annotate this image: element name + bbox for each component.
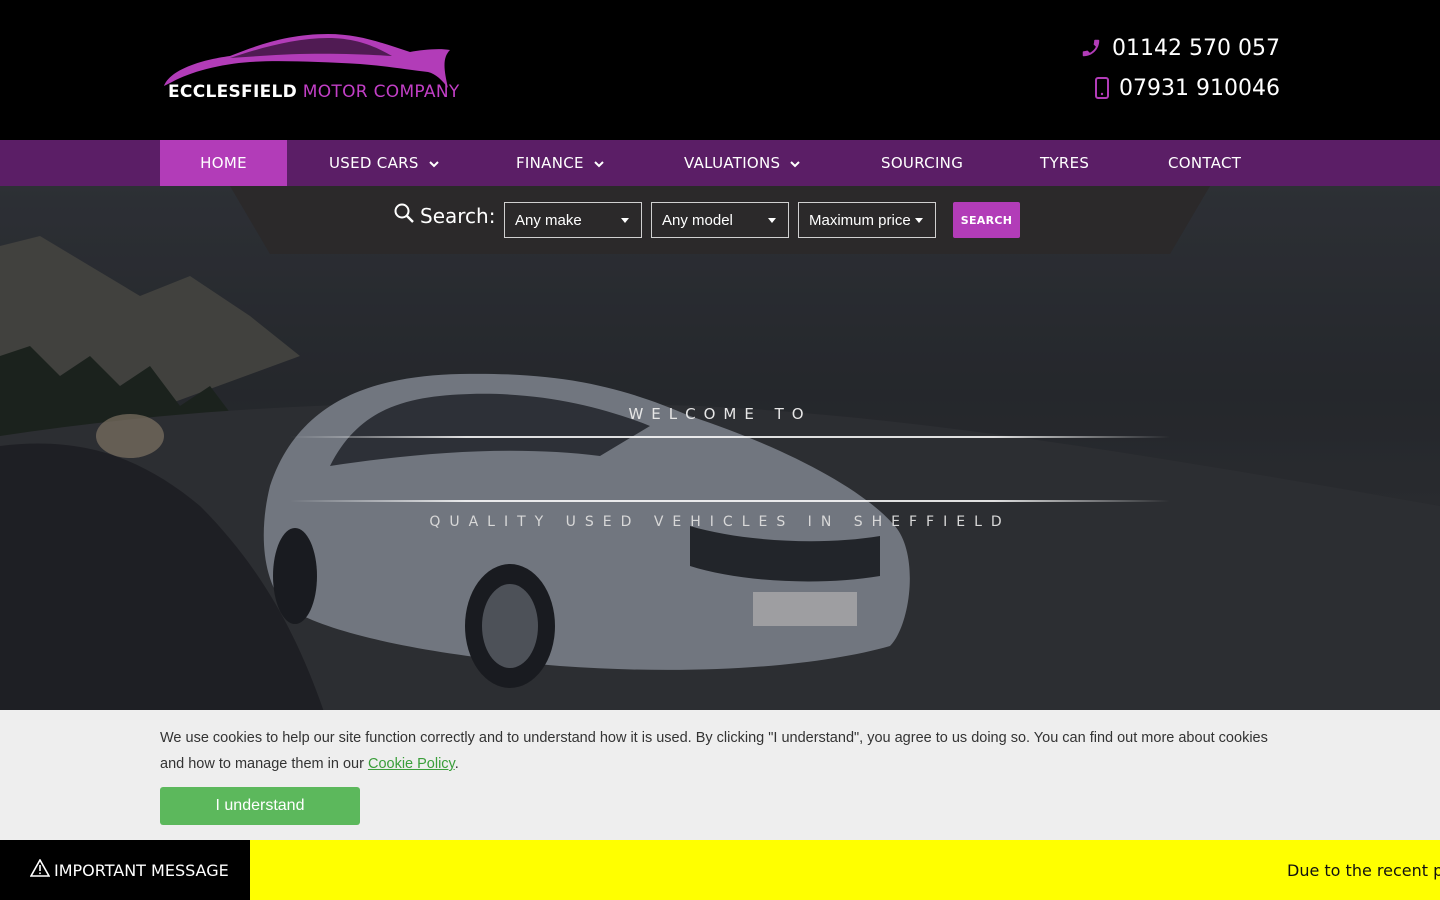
nav-valuations[interactable]: VALUATIONS <box>642 140 839 186</box>
important-label: IMPORTANT MESSAGE <box>0 840 250 900</box>
welcome-heading: WELCOME TO <box>628 405 812 423</box>
search-button[interactable]: SEARCH <box>953 202 1020 238</box>
nav-label: FINANCE <box>516 154 584 172</box>
landline-number[interactable]: 01142 570 057 <box>1112 36 1280 61</box>
cookie-accept-button[interactable]: I understand <box>160 787 360 825</box>
mobile-phone-icon <box>1095 77 1110 99</box>
model-select-value: Any model <box>662 211 733 229</box>
make-select[interactable]: Any make <box>504 202 642 238</box>
logo-text: ECCLESFIELD MOTOR COMPANY <box>168 82 460 102</box>
nav-sourcing[interactable]: SOURCING <box>839 140 998 186</box>
search-bar: Search: Any make Any model Maximum price… <box>230 186 1210 254</box>
mobile-number[interactable]: 07931 910046 <box>1119 76 1280 101</box>
site-header: ECCLESFIELD MOTOR COMPANY 01142 570 057 … <box>0 0 1440 140</box>
nav-used-cars[interactable]: USED CARS <box>287 140 474 186</box>
nav-label: SOURCING <box>881 154 964 172</box>
important-label-text: IMPORTANT MESSAGE <box>54 860 229 880</box>
hero-tagline: QUALITY USED VEHICLES IN SHEFFIELD <box>429 514 1011 530</box>
logo-name-light: MOTOR COMPANY <box>302 82 460 102</box>
divider-top <box>290 436 1170 438</box>
nav-label: CONTACT <box>1168 154 1242 172</box>
cookie-text: We use cookies to help our site function… <box>160 725 1270 777</box>
main-nav: HOME USED CARS FINANCE VALUATIONS SOURCI… <box>0 140 1440 186</box>
phone-numbers: 01142 570 057 07931 910046 <box>1080 28 1280 108</box>
chevron-down-icon <box>790 154 801 172</box>
cookie-policy-link[interactable]: Cookie Policy <box>368 756 455 772</box>
search-label: Search: <box>394 203 495 228</box>
phone-icon <box>1080 37 1102 59</box>
cookie-suffix: . <box>454 756 459 772</box>
nav-finance[interactable]: FINANCE <box>474 140 642 186</box>
nav-tyres[interactable]: TYRES <box>998 140 1128 186</box>
price-select-value: Maximum price <box>809 211 911 229</box>
nav-label: TYRES <box>1040 154 1090 172</box>
hero-overlay <box>0 186 1440 710</box>
search-icon <box>394 203 420 228</box>
important-ticker: Due to the recent pa <box>1287 860 1440 880</box>
nav-label: HOME <box>200 154 247 172</box>
landline-row[interactable]: 01142 570 057 <box>1080 28 1280 68</box>
nav-label: USED CARS <box>329 154 419 172</box>
caret-down-icon <box>621 218 629 223</box>
cookie-banner: We use cookies to help our site function… <box>0 710 1440 840</box>
nav-home[interactable]: HOME <box>160 140 287 186</box>
caret-down-icon <box>768 218 776 223</box>
model-select[interactable]: Any model <box>651 202 789 238</box>
search-label-text: Search: <box>420 203 496 228</box>
make-select-value: Any make <box>515 211 582 229</box>
nav-label: VALUATIONS <box>684 154 781 172</box>
chevron-down-icon <box>428 154 439 172</box>
caret-down-icon <box>915 218 923 223</box>
price-select[interactable]: Maximum price <box>798 202 936 238</box>
cookie-message: We use cookies to help our site function… <box>160 730 1268 772</box>
important-message-bar: IMPORTANT MESSAGE Due to the recent pa <box>0 840 1440 900</box>
logo-name-bold: ECCLESFIELD <box>168 82 298 102</box>
hero-banner: Search: Any make Any model Maximum price… <box>0 186 1440 710</box>
chevron-down-icon <box>594 154 604 172</box>
divider-bottom <box>290 500 1170 502</box>
nav-contact[interactable]: CONTACT <box>1128 140 1280 186</box>
logo[interactable]: ECCLESFIELD MOTOR COMPANY <box>160 30 459 106</box>
mobile-row[interactable]: 07931 910046 <box>1080 68 1280 108</box>
warning-icon <box>29 858 54 881</box>
